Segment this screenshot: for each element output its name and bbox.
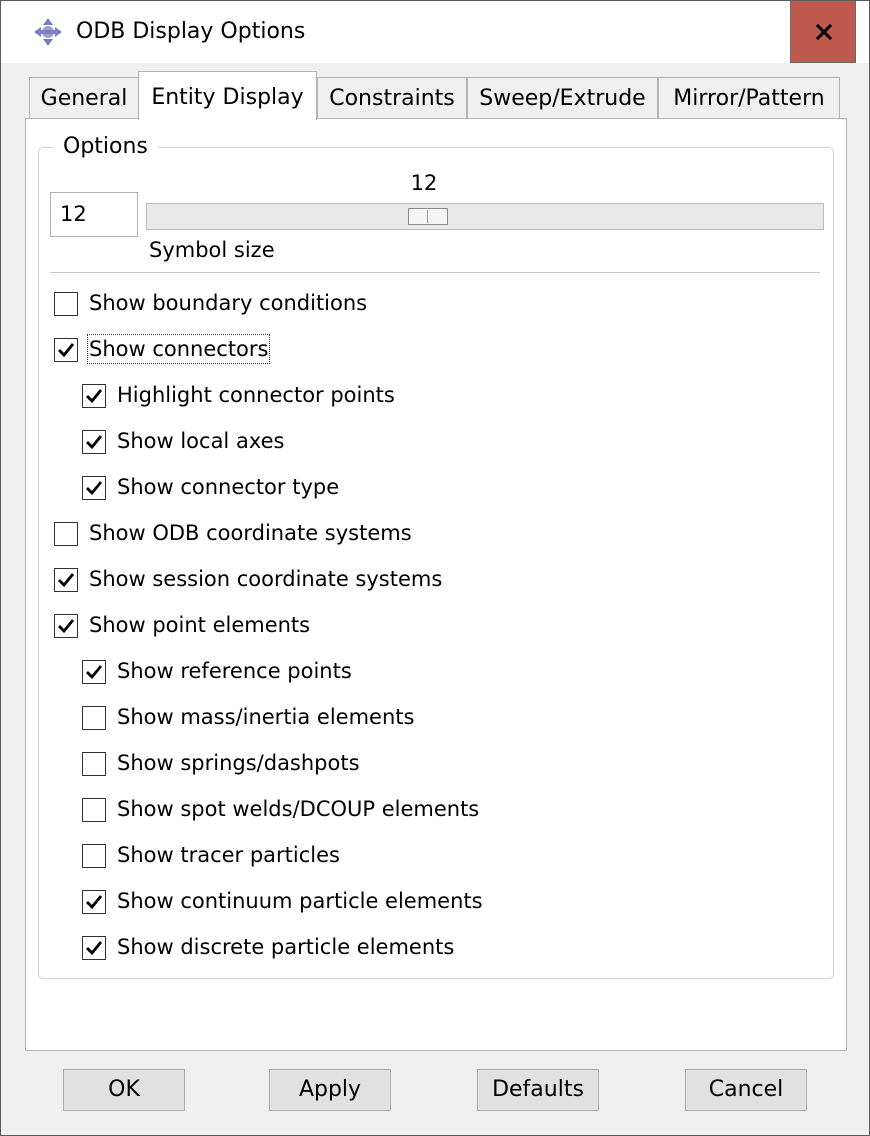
odb-display-options-dialog: ODB Display Options General Entity Displ… [0, 0, 870, 1136]
checkbox[interactable] [54, 292, 78, 316]
symbol-size-input[interactable]: 12 [50, 192, 138, 237]
ok-button[interactable]: OK [63, 1069, 185, 1111]
checkbox-row[interactable]: Show springs/dashpots [82, 748, 682, 780]
checkbox[interactable] [82, 798, 106, 822]
checkbox[interactable] [54, 522, 78, 546]
title-bar: ODB Display Options [1, 1, 869, 63]
tab-mirror-pattern[interactable]: Mirror/Pattern [658, 77, 840, 119]
checkbox-label: Show springs/dashpots [117, 751, 360, 775]
checkbox-label: Show ODB coordinate systems [89, 521, 412, 545]
checkbox-label: Show continuum particle elements [117, 889, 483, 913]
checkbox[interactable] [82, 936, 106, 960]
checkbox[interactable] [82, 752, 106, 776]
checkbox-label: Show spot welds/DCOUP elements [117, 797, 480, 821]
defaults-button[interactable]: Defaults [477, 1069, 599, 1111]
check-mark-icon [86, 941, 103, 956]
check-mark-icon [86, 895, 103, 910]
checkbox-row[interactable]: Show tracer particles [82, 840, 682, 872]
checkbox[interactable] [82, 430, 106, 454]
checkbox-row[interactable]: Show connector type [82, 472, 682, 504]
tab-sweep-extrude[interactable]: Sweep/Extrude [467, 77, 658, 119]
checkbox-label: Show connector type [117, 475, 340, 499]
checkbox-label: Show tracer particles [117, 843, 340, 867]
options-group: Options 12 12 Symbol size Show boundary … [38, 134, 834, 979]
checkbox[interactable] [82, 384, 106, 408]
checkbox-label: Show reference points [117, 659, 352, 683]
checkbox-row[interactable]: Highlight connector points [82, 380, 682, 412]
check-mark-icon [58, 343, 75, 358]
checkbox-label: Show point elements [89, 613, 311, 637]
checkbox[interactable] [82, 706, 106, 730]
slider-thumb[interactable] [408, 208, 448, 225]
tab-constraints[interactable]: Constraints [317, 77, 467, 119]
checkbox-row[interactable]: Show boundary conditions [54, 288, 654, 320]
check-mark-icon [86, 665, 103, 680]
check-mark-icon [58, 619, 75, 634]
checkbox[interactable] [54, 568, 78, 592]
symbol-size-caption: Symbol size [149, 238, 275, 262]
check-mark-icon [58, 573, 75, 588]
entity-display-panel: Options 12 12 Symbol size Show boundary … [25, 118, 847, 1051]
close-button[interactable] [790, 1, 856, 63]
options-group-label: Options [53, 134, 158, 160]
checkbox-row[interactable]: Show spot welds/DCOUP elements [82, 794, 682, 826]
checkbox[interactable] [54, 614, 78, 638]
checkbox[interactable] [82, 476, 106, 500]
apply-button[interactable]: Apply [269, 1069, 391, 1111]
checkbox-row[interactable]: Show discrete particle elements [82, 932, 682, 964]
checkbox-label: Show mass/inertia elements [117, 705, 415, 729]
checkbox-label: Show session coordinate systems [89, 567, 443, 591]
check-mark-icon [86, 481, 103, 496]
checkbox-row[interactable]: Show continuum particle elements [82, 886, 682, 918]
checkbox[interactable] [82, 660, 106, 684]
checkbox-row[interactable]: Show point elements [54, 610, 654, 642]
check-mark-icon [86, 389, 103, 404]
checkbox[interactable] [82, 844, 106, 868]
tab-general[interactable]: General [29, 77, 139, 119]
symbol-size-slider[interactable] [146, 203, 824, 230]
checkbox-label: Show boundary conditions [89, 291, 368, 315]
checkbox-row[interactable]: Show ODB coordinate systems [54, 518, 654, 550]
app-icon [33, 17, 63, 47]
checkbox-row[interactable]: Show mass/inertia elements [82, 702, 682, 734]
checkbox-label: Highlight connector points [117, 383, 395, 407]
cancel-button[interactable]: Cancel [685, 1069, 807, 1111]
checkbox-label: Show discrete particle elements [117, 935, 455, 959]
separator [50, 272, 820, 273]
close-icon [816, 24, 832, 40]
checkbox-label: Show local axes [117, 429, 285, 453]
slider-value-label: 12 [410, 171, 438, 195]
checkbox[interactable] [54, 338, 78, 362]
checkbox-row[interactable]: Show connectors [54, 334, 654, 366]
window-title: ODB Display Options [76, 19, 306, 44]
checkbox-row[interactable]: Show local axes [82, 426, 682, 458]
check-mark-icon [86, 435, 103, 450]
checkbox-row[interactable]: Show reference points [82, 656, 682, 688]
checkbox-row[interactable]: Show session coordinate systems [54, 564, 654, 596]
checkbox-label: Show connectors [86, 334, 271, 364]
checkbox[interactable] [82, 890, 106, 914]
tab-entity-display[interactable]: Entity Display [138, 71, 317, 120]
